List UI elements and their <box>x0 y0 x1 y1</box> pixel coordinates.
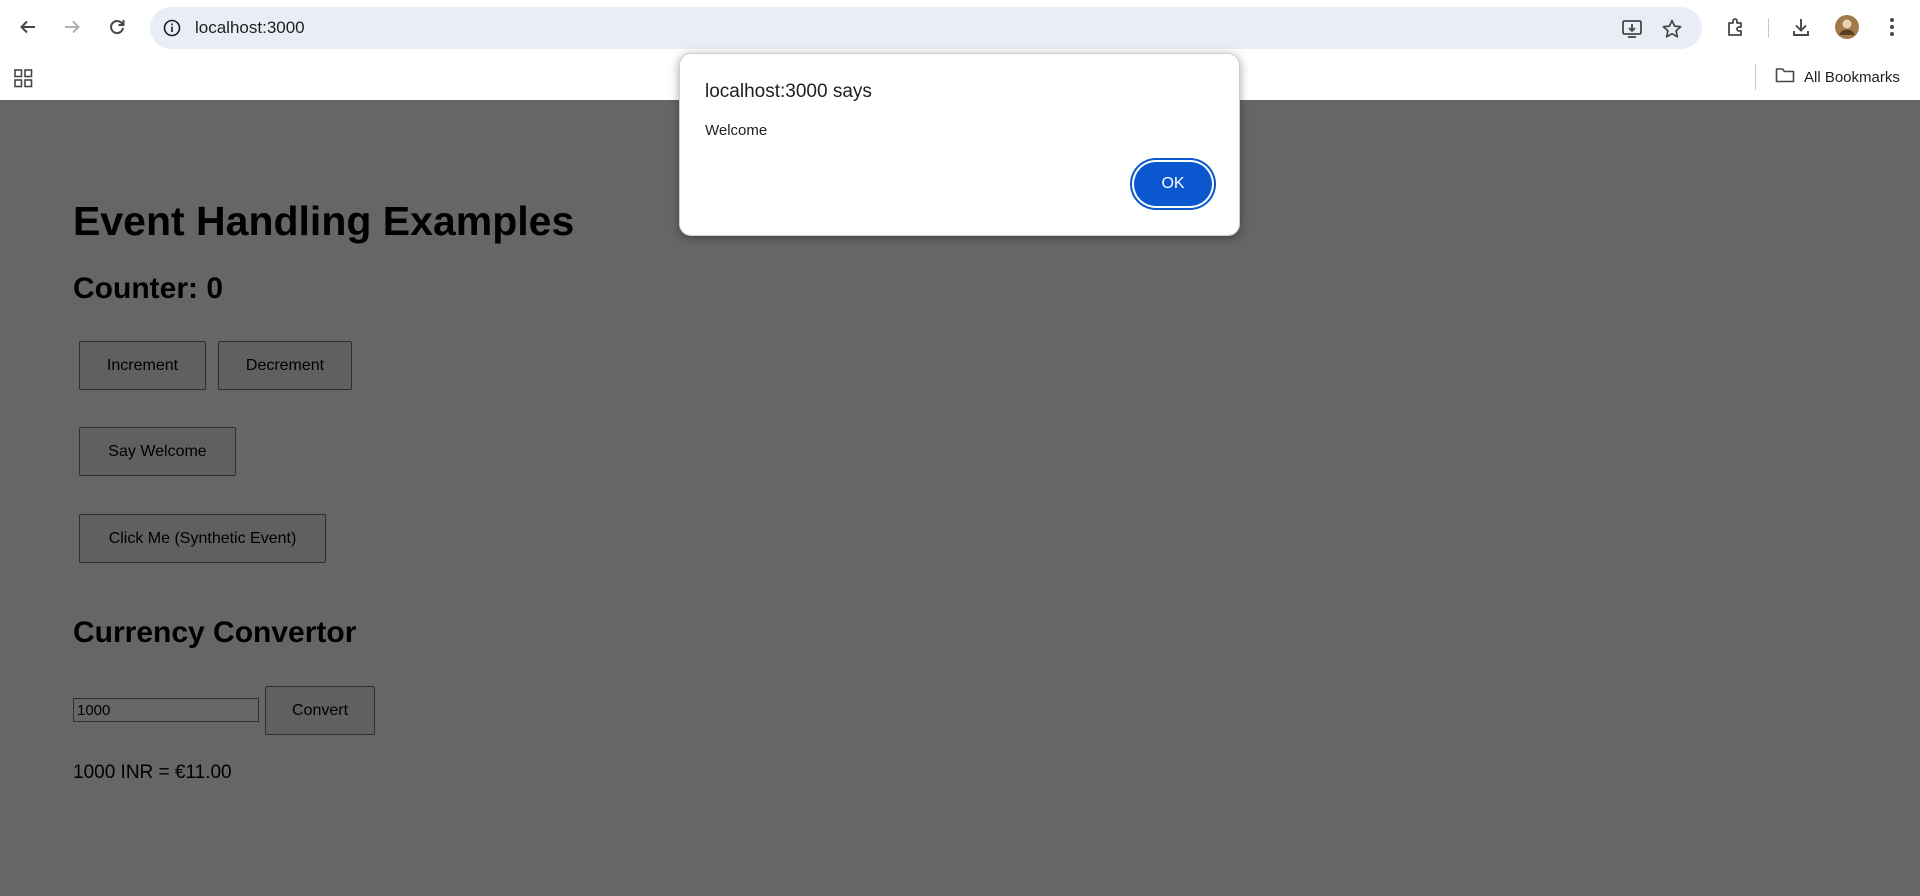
all-bookmarks-label: All Bookmarks <box>1804 68 1900 86</box>
address-bar[interactable]: localhost:3000 <box>150 7 1702 49</box>
bookmark-star-icon[interactable] <box>1660 17 1684 41</box>
decrement-button[interactable]: Decrement <box>218 341 352 390</box>
bookmarks-divider <box>1755 64 1756 90</box>
dialog-message: Welcome <box>705 122 768 139</box>
synthetic-event-button[interactable]: Click Me (Synthetic Event) <box>79 514 326 563</box>
folder-icon <box>1775 66 1795 88</box>
install-app-icon[interactable] <box>1620 17 1644 41</box>
currency-section-title: Currency Convertor <box>73 616 357 649</box>
forward-arrow-icon[interactable] <box>57 12 87 42</box>
conversion-result: 1000 INR = €11.00 <box>73 762 232 783</box>
apps-grid-icon[interactable] <box>13 67 35 89</box>
reload-icon[interactable] <box>102 12 132 42</box>
browser-toolbar: localhost:3000 <box>0 0 1920 55</box>
counter-label: Counter: 0 <box>73 272 223 305</box>
profile-avatar[interactable] <box>1832 12 1862 42</box>
amount-input[interactable] <box>73 698 259 722</box>
page-title: Event Handling Examples <box>73 198 575 244</box>
back-arrow-icon[interactable] <box>13 12 43 42</box>
ok-button[interactable]: OK <box>1134 162 1212 206</box>
toolbar-divider <box>1768 18 1769 38</box>
all-bookmarks-button[interactable]: All Bookmarks <box>1775 64 1900 90</box>
url-text: localhost:3000 <box>195 18 305 37</box>
alert-dialog: localhost:3000 says Welcome OK <box>679 53 1240 236</box>
site-info-icon[interactable] <box>162 18 182 38</box>
convert-button[interactable]: Convert <box>265 686 375 735</box>
increment-button[interactable]: Increment <box>79 341 206 390</box>
downloads-icon[interactable] <box>1786 12 1816 42</box>
extensions-icon[interactable] <box>1721 12 1751 42</box>
dialog-title: localhost:3000 says <box>705 81 872 102</box>
say-welcome-button[interactable]: Say Welcome <box>79 427 236 476</box>
menu-kebab-icon[interactable] <box>1877 12 1907 42</box>
